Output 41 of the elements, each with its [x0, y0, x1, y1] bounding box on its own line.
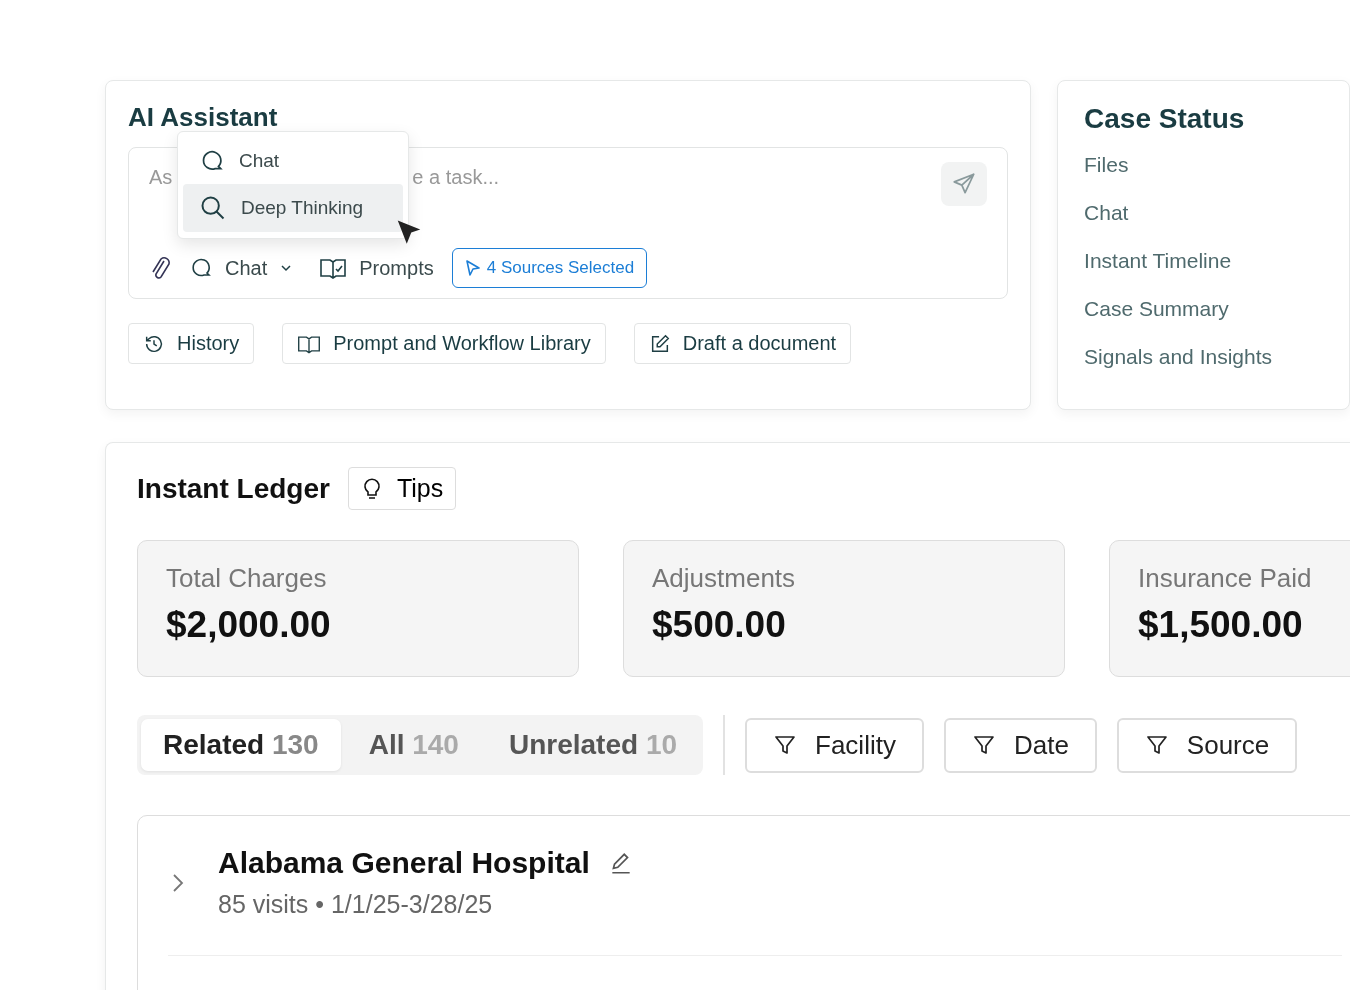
stat-label: Insurance Paid [1138, 563, 1313, 594]
placeholder-text: As [149, 166, 173, 189]
filter-icon [1144, 733, 1169, 757]
filter-button[interactable]: Facility [745, 717, 924, 773]
prompts-button[interactable]: Prompts [311, 256, 442, 280]
pointer-icon [464, 259, 481, 277]
section-title: Instant Ledger [137, 472, 330, 505]
mode-dropdown[interactable]: Chat [181, 256, 302, 280]
menu-item[interactable]: Deep Thinking [183, 184, 403, 232]
nav-link[interactable]: Files [1084, 153, 1323, 177]
filter-icon [971, 733, 996, 757]
tab[interactable]: All 140 [346, 719, 481, 771]
paperclip-icon[interactable] [149, 255, 171, 281]
tips-button[interactable]: Tips [347, 467, 457, 510]
visit-details: 85 visits • 1/1/25-3/28/25 [218, 890, 494, 919]
search-icon [199, 194, 227, 222]
stat-value: $2,000.00 [166, 604, 332, 646]
tab[interactable]: Related 130 [141, 719, 341, 771]
panel-title: AI Assistant [128, 101, 279, 133]
panel-title: Case Status [1084, 103, 1246, 135]
send-button[interactable] [941, 162, 988, 206]
stat-label: Total Charges [166, 563, 328, 594]
stat-value: $500.00 [652, 604, 787, 646]
stat-label: Adjustments [652, 563, 797, 594]
sources-button[interactable]: 4 Sources Selected [451, 248, 648, 288]
nav-link[interactable]: Case Summary [1084, 297, 1323, 321]
filter-button[interactable]: Source [1116, 717, 1298, 773]
nav-link[interactable]: Signals and Insights [1084, 345, 1323, 369]
filter-icon [773, 733, 798, 757]
nav-link[interactable]: Chat [1084, 201, 1323, 225]
placeholder-text: e a task... [412, 166, 500, 189]
action-button[interactable]: History [128, 323, 255, 364]
action-button[interactable]: Draft a document [633, 323, 852, 364]
facility-name: Alabama General Hospital [218, 846, 590, 880]
cursor-icon [396, 219, 422, 246]
nav-link[interactable]: Instant Timeline [1084, 249, 1323, 273]
tab[interactable]: Unrelated 10 [486, 719, 700, 771]
filter-button[interactable]: Date [943, 717, 1097, 773]
action-button[interactable]: Prompt and Workflow Library [282, 323, 606, 364]
stat-value: $1,500.00 [1138, 604, 1304, 646]
book-icon [319, 256, 348, 280]
